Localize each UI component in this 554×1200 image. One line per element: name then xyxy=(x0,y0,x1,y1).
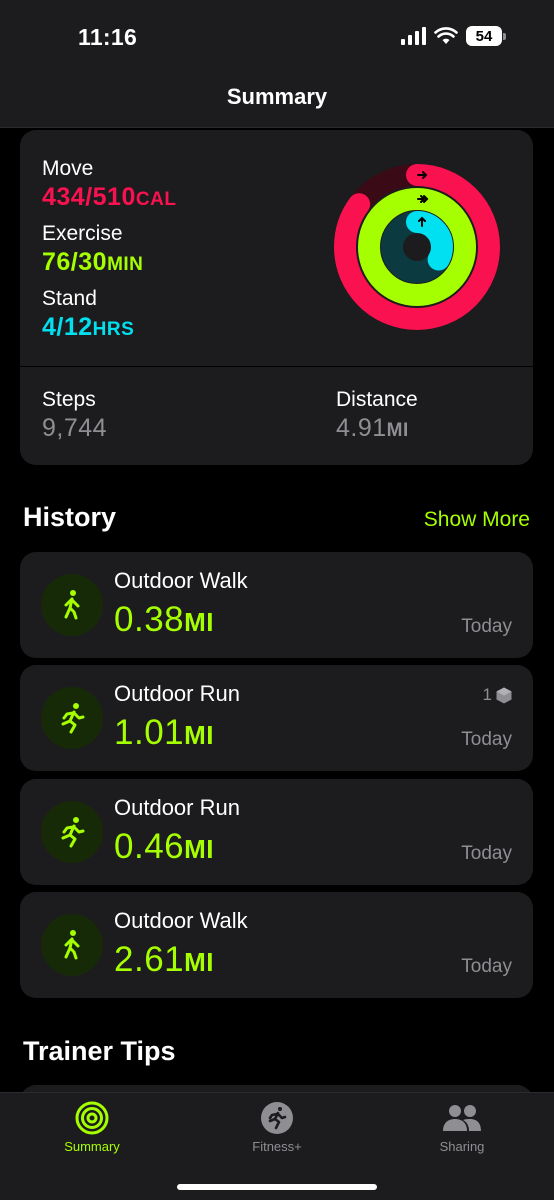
tab-fitness-plus[interactable]: Fitness+ xyxy=(207,1101,347,1154)
walk-icon xyxy=(41,914,103,976)
stand-label: Stand xyxy=(42,287,97,310)
move-value: 434/510CAL xyxy=(42,183,177,211)
steps-stat: Steps 9,744 xyxy=(42,388,107,443)
move-label: Move xyxy=(42,157,94,180)
award-badge: 1 xyxy=(483,685,512,705)
tab-label: Summary xyxy=(64,1139,120,1154)
cellular-signal-icon xyxy=(401,27,426,45)
card-divider xyxy=(20,366,533,367)
workout-row[interactable]: Outdoor Walk 0.38MI Today xyxy=(20,552,533,658)
run-icon xyxy=(41,687,103,749)
history-title: History xyxy=(23,502,117,532)
status-icons: 54 xyxy=(401,26,506,46)
workout-name: Outdoor Run xyxy=(114,681,240,706)
workout-name: Outdoor Run xyxy=(114,795,240,820)
summary-rings-icon xyxy=(75,1101,109,1135)
status-time: 11:16 xyxy=(78,24,138,50)
award-hexagon-icon xyxy=(496,687,512,703)
fitness-plus-icon xyxy=(261,1102,293,1134)
walk-icon xyxy=(41,574,103,636)
workout-date: Today xyxy=(461,616,512,637)
tab-label: Fitness+ xyxy=(252,1139,302,1154)
workout-date: Today xyxy=(461,956,512,977)
status-bar: 11:16 54 xyxy=(0,0,554,70)
wifi-icon xyxy=(434,27,458,44)
workout-row[interactable]: Outdoor Run 1.01MI 1 Today xyxy=(20,665,533,771)
home-indicator xyxy=(177,1184,377,1190)
run-icon xyxy=(41,801,103,863)
exercise-label: Exercise xyxy=(42,222,123,245)
workout-name: Outdoor Walk xyxy=(114,908,248,933)
tab-summary[interactable]: Summary xyxy=(22,1101,162,1154)
stand-value: 4/12HRS xyxy=(42,313,135,341)
tab-label: Sharing xyxy=(439,1139,485,1154)
battery-icon: 54 xyxy=(466,26,506,46)
move-metric: Move 434/510CAL xyxy=(42,157,176,212)
trainer-tips-title: Trainer Tips xyxy=(23,1036,176,1066)
history-header: History Show More xyxy=(23,502,530,533)
workout-distance: 0.46MI xyxy=(114,827,215,866)
steps-value: 9,744 xyxy=(42,414,108,442)
steps-label: Steps xyxy=(42,388,96,411)
workout-distance: 1.01MI xyxy=(114,713,215,752)
show-more-link[interactable]: Show More xyxy=(424,508,530,532)
workout-date: Today xyxy=(461,843,512,864)
workout-distance: 2.61MI xyxy=(114,940,215,979)
distance-stat: Distance 4.91MI xyxy=(336,388,418,443)
distance-value: 4.91MI xyxy=(336,414,409,442)
workout-row[interactable]: Outdoor Run 0.46MI Today xyxy=(20,779,533,885)
distance-label: Distance xyxy=(336,388,418,411)
stand-metric: Stand 4/12HRS xyxy=(42,287,134,342)
activity-rings-card[interactable]: Move 434/510CAL Exercise 76/30MIN Stand … xyxy=(20,130,533,465)
workout-name: Outdoor Walk xyxy=(114,568,248,593)
exercise-value: 76/30MIN xyxy=(42,248,144,276)
tab-sharing[interactable]: Sharing xyxy=(392,1101,532,1154)
nav-bar: Summary xyxy=(0,70,554,128)
battery-level: 54 xyxy=(466,26,502,46)
exercise-metric: Exercise 76/30MIN xyxy=(42,222,143,277)
award-count: 1 xyxy=(482,685,492,704)
workout-row[interactable]: Outdoor Walk 2.61MI Today xyxy=(20,892,533,998)
sharing-people-icon xyxy=(443,1105,481,1131)
activity-rings xyxy=(334,164,500,330)
workout-distance: 0.38MI xyxy=(114,600,215,639)
page-title: Summary xyxy=(226,84,328,109)
workout-date: Today xyxy=(461,729,512,750)
